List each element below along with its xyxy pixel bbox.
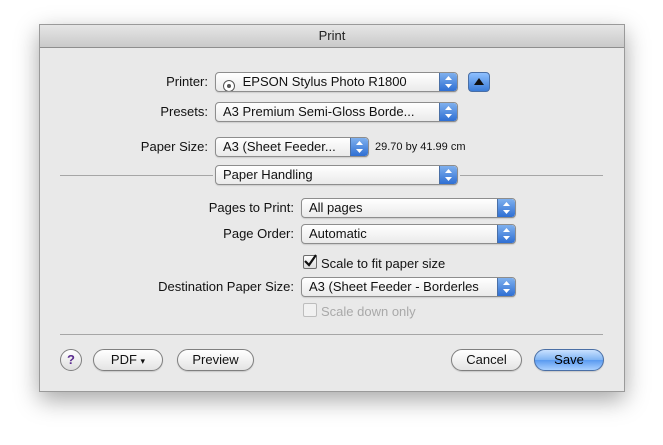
checkbox-unchecked-icon	[303, 303, 317, 317]
destination-paper-size-label: Destination Paper Size:	[158, 279, 294, 294]
help-button[interactable]: ?	[60, 349, 82, 371]
collapse-details-button[interactable]	[468, 72, 490, 92]
updown-arrows-icon	[497, 199, 515, 217]
section-value: Paper Handling	[223, 167, 313, 182]
paper-dimensions: 29.70 by 41.99 cm	[375, 141, 466, 153]
printer-label: Printer:	[166, 74, 208, 89]
updown-arrows-icon	[350, 138, 368, 156]
pages-to-print-label: Pages to Print:	[208, 200, 294, 215]
scale-down-only-label: Scale down only	[321, 304, 416, 319]
presets-popup[interactable]: A3 Premium Semi-Gloss Borde...	[215, 102, 458, 122]
updown-arrows-icon	[439, 73, 457, 91]
page-order-value: Automatic	[309, 226, 367, 241]
destination-paper-size-popup[interactable]: A3 (Sheet Feeder - Borderles	[301, 277, 516, 297]
paper-size-value: A3 (Sheet Feeder...	[223, 139, 336, 154]
printer-status-icon	[223, 80, 235, 91]
page-order-label: Page Order:	[223, 226, 294, 241]
triangle-up-icon	[474, 78, 484, 85]
page-order-popup[interactable]: Automatic	[301, 224, 516, 244]
bottom-divider	[60, 334, 603, 335]
print-dialog: Print Printer: EPSON Stylus Photo R1800 …	[39, 24, 625, 392]
scale-to-fit-checkbox[interactable]: Scale to fit paper size	[303, 254, 446, 273]
scale-to-fit-label: Scale to fit paper size	[321, 256, 446, 271]
save-button[interactable]: Save	[534, 349, 604, 371]
preview-button[interactable]: Preview	[177, 349, 254, 371]
printer-popup[interactable]: EPSON Stylus Photo R1800	[215, 72, 458, 92]
presets-label: Presets:	[160, 104, 208, 119]
destination-paper-size-value: A3 (Sheet Feeder - Borderles	[309, 279, 479, 294]
cancel-button[interactable]: Cancel	[451, 349, 522, 371]
printer-value: EPSON Stylus Photo R1800	[242, 74, 407, 89]
pdf-label: PDF	[110, 352, 137, 367]
pages-to-print-popup[interactable]: All pages	[301, 198, 516, 218]
divider-left	[60, 175, 213, 176]
section-popup[interactable]: Paper Handling	[215, 165, 458, 185]
updown-arrows-icon	[439, 103, 457, 121]
updown-arrows-icon	[497, 225, 515, 243]
paper-size-label: Paper Size:	[140, 139, 208, 154]
checkbox-checked-icon	[303, 254, 317, 269]
pages-to-print-value: All pages	[309, 200, 363, 215]
window-title: Print	[40, 25, 624, 48]
chevron-down-icon: ▾	[140, 356, 146, 366]
updown-arrows-icon	[497, 278, 515, 296]
divider-right	[460, 175, 603, 176]
updown-arrows-icon	[439, 166, 457, 184]
scale-down-only-checkbox[interactable]: Scale down only	[303, 303, 416, 321]
presets-value: A3 Premium Semi-Gloss Borde...	[223, 104, 415, 119]
pdf-button[interactable]: PDF ▾	[93, 349, 163, 371]
paper-size-popup[interactable]: A3 (Sheet Feeder...	[215, 137, 369, 157]
